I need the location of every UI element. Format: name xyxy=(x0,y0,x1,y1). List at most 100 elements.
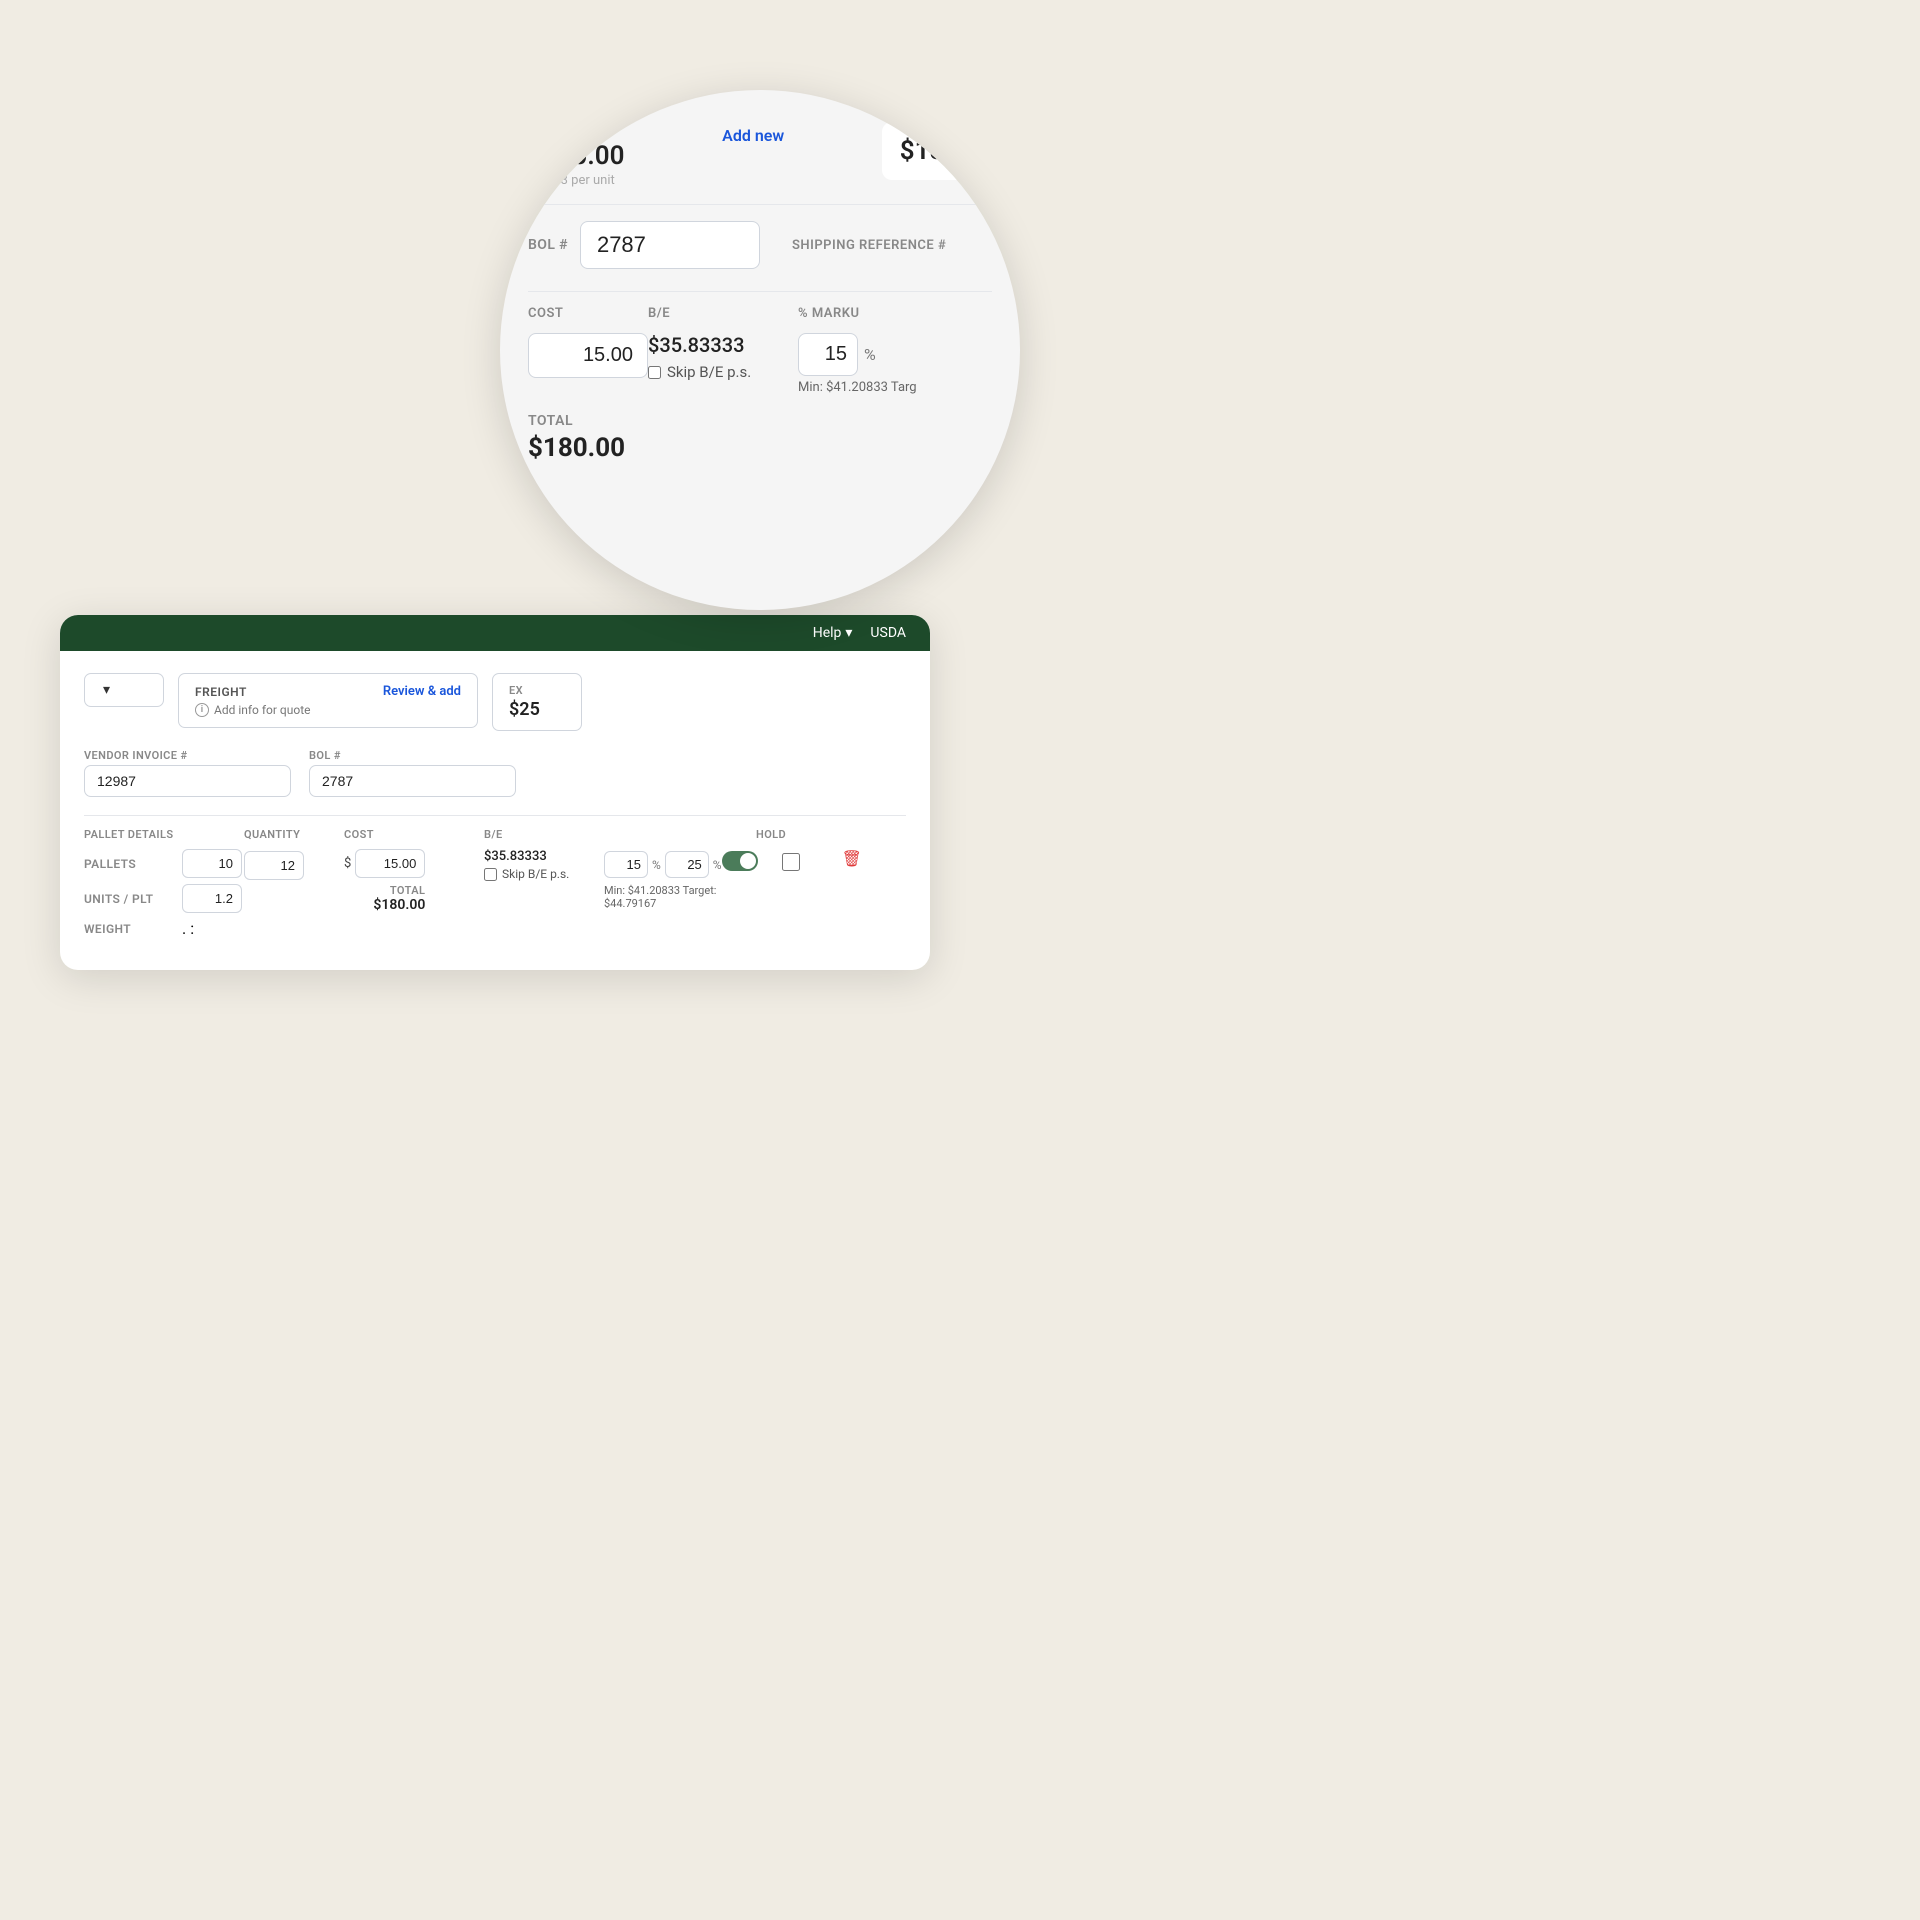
add-new-link[interactable]: Add new xyxy=(722,126,784,145)
be-cell: $35.83333 Skip B/E p.s. xyxy=(484,849,604,881)
units-plt-label: UNITS / PLT xyxy=(84,892,174,906)
card-header: Help ▾ USDA xyxy=(60,615,930,651)
skip-be-row: Skip B/E p.s. xyxy=(484,867,604,881)
help-button[interactable]: Help ▾ xyxy=(813,625,853,641)
zoom-circle: EXPENSES $250.00 $20.83 per unit Add new… xyxy=(500,90,1020,610)
zoom-be-col-label: B/E xyxy=(648,306,798,321)
zoom-be-col: B/E $35.83333 Skip B/E p.s. xyxy=(648,306,798,395)
bol-label: BOL # xyxy=(309,749,516,762)
pallets-row: PALLETS xyxy=(84,849,244,878)
freight-row: ▾ FREIGHT Review & add i Add info for qu… xyxy=(84,673,906,731)
expenses-small-value: $25 xyxy=(509,699,565,720)
zoom-expenses-row: EXPENSES $250.00 $20.83 per unit Add new… xyxy=(528,122,992,205)
vendor-invoice-input[interactable] xyxy=(84,765,291,797)
quantity-cell xyxy=(244,849,344,880)
vendor-invoice-label: VENDOR INVOICE # xyxy=(84,749,291,762)
expenses-small-label: EX xyxy=(509,684,565,697)
markup-group: % % xyxy=(604,851,722,878)
weight-label: WEIGHT xyxy=(84,922,174,936)
zoom-expenses-block: EXPENSES $250.00 $20.83 per unit xyxy=(528,122,625,188)
zoom-cost-input[interactable] xyxy=(528,333,648,378)
review-add-link[interactable]: Review & add xyxy=(383,684,461,699)
pallet-table: PALLET DETAILS QUANTITY COST B/E HOLD P xyxy=(84,815,906,938)
usda-label: USDA xyxy=(870,625,906,641)
zoom-shipping-label: SHIPPING REFERENCE # xyxy=(792,238,946,253)
zoom-expenses-label: EXPENSES xyxy=(528,122,625,137)
zoom-add-block: Add new xyxy=(722,122,784,145)
zoom-bol-input[interactable] xyxy=(580,221,760,269)
main-card: Help ▾ USDA ▾ FREIGHT Review & add xyxy=(60,615,930,970)
toggle-cell xyxy=(722,849,782,871)
weight-value: . : xyxy=(182,919,194,938)
expenses-small-box: EX $25 xyxy=(492,673,582,731)
zoom-total-label: TOTAL xyxy=(528,413,992,429)
quantity-input[interactable] xyxy=(244,851,304,880)
pallets-label: PALLETS xyxy=(84,857,174,871)
min-target-text: Min: $41.20833 Target: $44.79167 xyxy=(604,884,722,910)
zoom-markup-label: % MARKU xyxy=(798,306,992,321)
vendor-invoice-group: VENDOR INVOICE # xyxy=(84,749,291,797)
header-details: PALLET DETAILS xyxy=(84,828,244,841)
chevron-down-icon: ▾ xyxy=(103,682,110,698)
zoom-columns: COST B/E $35.83333 Skip B/E p.s. % MARKU xyxy=(528,291,992,395)
zoom-skip-row: Skip B/E p.s. xyxy=(648,363,798,381)
pallet-header-row: PALLET DETAILS QUANTITY COST B/E HOLD xyxy=(84,828,906,841)
header-be: B/E xyxy=(484,828,604,841)
zoom-markup-col: % MARKU % Min: $41.20833 Targ xyxy=(798,306,992,395)
help-label: Help xyxy=(813,625,842,641)
header-quantity: QUANTITY xyxy=(244,828,344,841)
add-info-row: i Add info for quote xyxy=(195,703,461,717)
be-value: $35.83333 xyxy=(484,849,604,864)
info-icon: i xyxy=(195,703,209,717)
cost-input[interactable] xyxy=(355,849,425,878)
units-plt-row: UNITS / PLT xyxy=(84,884,244,913)
zoom-markup-input[interactable] xyxy=(798,333,858,376)
zoom-bol-row: BOL # SHIPPING REFERENCE # xyxy=(528,221,992,269)
markup-input-2[interactable] xyxy=(665,851,709,878)
freight-label: FREIGHT xyxy=(195,685,247,699)
markup-cell: % % Min: $41.20833 Target: $44.79167 xyxy=(604,849,722,910)
zoom-skip-label: Skip B/E p.s. xyxy=(667,363,751,381)
markup-input-1[interactable] xyxy=(604,851,648,878)
header-hold: HOLD xyxy=(756,828,816,841)
zoom-skip-checkbox[interactable] xyxy=(648,366,661,379)
skip-be-checkbox[interactable] xyxy=(484,868,497,881)
zoom-expenses-value: $250.00 xyxy=(528,141,625,171)
toggle-switch[interactable] xyxy=(722,851,758,871)
total-label: TOTAL xyxy=(390,884,425,897)
zoom-cost-label: COST xyxy=(528,306,648,321)
weight-row: WEIGHT . : xyxy=(84,919,244,938)
zoom-partial-box: $180.. xyxy=(882,122,992,180)
bol-input[interactable] xyxy=(309,765,516,797)
cost-input-group: $ xyxy=(344,849,425,878)
zoom-bol-label: BOL # xyxy=(528,237,568,253)
dropdown-box[interactable]: ▾ xyxy=(84,673,164,707)
pct-label-1: % xyxy=(652,858,661,872)
delete-button[interactable]: 🗑 xyxy=(842,849,862,868)
pallet-data-row: PALLETS UNITS / PLT WEIGHT . : xyxy=(84,849,906,938)
header-cost: COST xyxy=(344,828,484,841)
zoom-be-value: $35.83333 xyxy=(648,333,798,357)
invoice-row: VENDOR INVOICE # BOL # xyxy=(84,749,906,797)
freight-info-box: FREIGHT Review & add i Add info for quot… xyxy=(178,673,478,728)
delete-cell: 🗑 xyxy=(842,849,872,868)
zoom-cost-col: COST xyxy=(528,306,648,395)
total-value: $180.00 xyxy=(373,897,425,913)
hold-checkbox[interactable] xyxy=(782,853,800,871)
cost-cell: $ TOTAL $180.00 xyxy=(344,849,484,913)
bol-group: BOL # xyxy=(309,749,516,797)
total-row: TOTAL $180.00 xyxy=(344,884,425,913)
units-plt-input[interactable] xyxy=(182,884,242,913)
usda-button[interactable]: USDA xyxy=(870,625,906,641)
hold-cell xyxy=(782,849,842,875)
dollar-sign: $ xyxy=(344,856,351,871)
pallet-details-col: PALLETS UNITS / PLT WEIGHT . : xyxy=(84,849,244,938)
card-body: ▾ FREIGHT Review & add i Add info for qu… xyxy=(60,651,930,970)
zoom-markup-group: % xyxy=(798,333,992,376)
zoom-total-value: $180.00 xyxy=(528,433,992,463)
toggle-knob xyxy=(740,853,756,869)
zoom-content: EXPENSES $250.00 $20.83 per unit Add new… xyxy=(500,90,1020,495)
pct-label-2: % xyxy=(713,858,722,872)
chevron-down-icon: ▾ xyxy=(845,625,852,641)
pallets-input[interactable] xyxy=(182,849,242,878)
